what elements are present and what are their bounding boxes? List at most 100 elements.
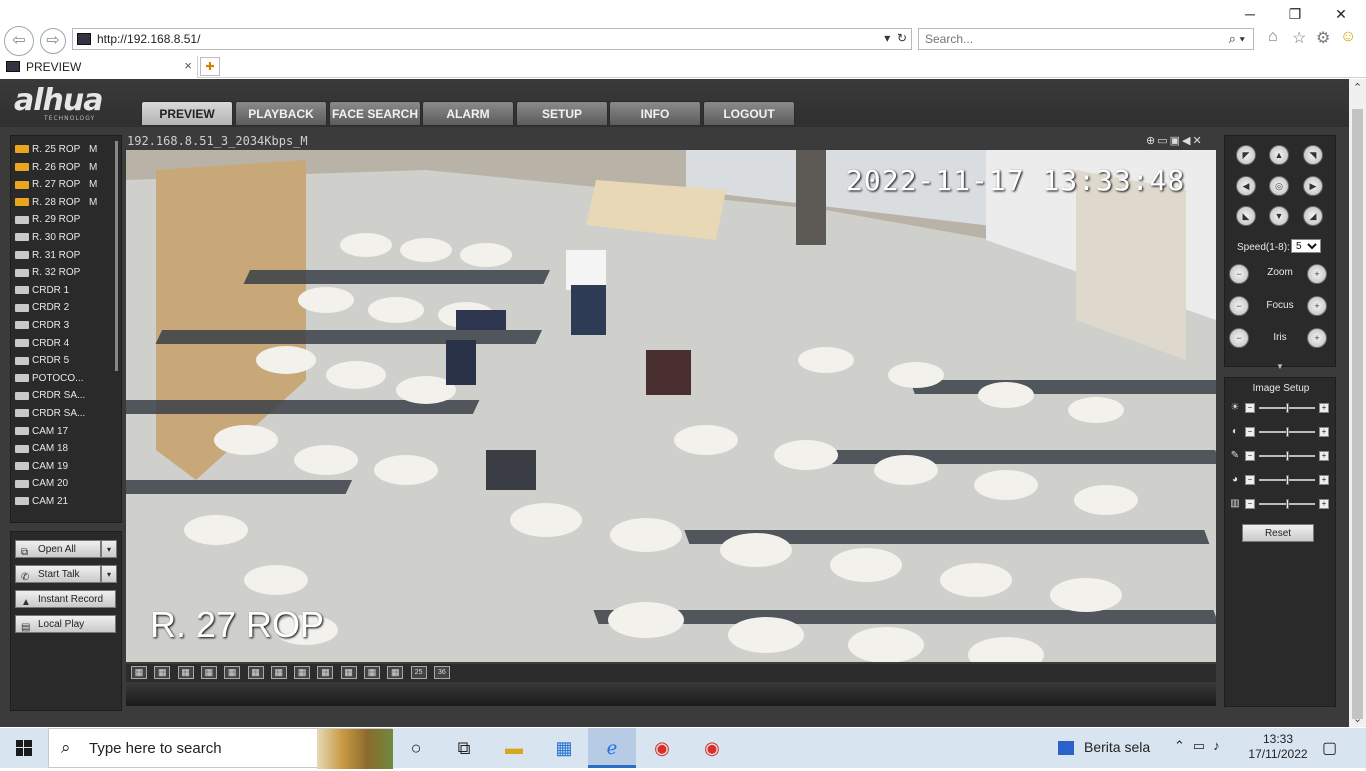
favorites-star-icon[interactable]: ☆ (1292, 28, 1306, 48)
menu-tab-info[interactable]: INFO (609, 101, 701, 125)
layout-button[interactable]: ▦ (247, 666, 264, 679)
focus-minus-icon[interactable]: − (1229, 296, 1249, 316)
channel-item[interactable]: CRDR SA... (15, 406, 119, 422)
channel-item[interactable]: CAM 20 (15, 476, 119, 492)
volume-icon[interactable]: ♪ (1213, 738, 1228, 753)
slider-decrease-icon[interactable]: − (1245, 451, 1255, 461)
channel-item[interactable]: R. 28 ROP M (15, 195, 119, 211)
fullscreen-icon[interactable]: ▭ (1157, 135, 1169, 147)
home-icon[interactable]: ⌂ (1268, 28, 1278, 46)
layout-button[interactable]: ▦ (294, 666, 311, 679)
start-talk-button[interactable]: ✆ Start Talk ▾ (15, 565, 117, 583)
taskbar-clock[interactable]: 13:33 17/11/2022 (1248, 732, 1308, 762)
slider-knob[interactable] (1286, 451, 1289, 461)
instant-record-button[interactable]: ▲ Instant Record (15, 590, 116, 608)
ptz-center-icon[interactable]: ◎ (1269, 176, 1289, 196)
channel-item[interactable]: R. 32 ROP (15, 265, 119, 281)
slider-knob[interactable] (1286, 475, 1289, 485)
channel-item[interactable]: CRDR 3 (15, 318, 119, 334)
layout-button[interactable]: ▦ (131, 666, 147, 679)
slider-track[interactable] (1259, 403, 1315, 413)
tab-close-icon[interactable]: × (184, 58, 192, 73)
ptz-down-left-icon[interactable]: ◣ (1236, 206, 1256, 226)
tray-chevron-icon[interactable]: ⌃ (1174, 738, 1193, 753)
news-widget[interactable]: Berita sela (1058, 739, 1150, 756)
layout-button[interactable]: ▦ (270, 666, 287, 679)
slider-track[interactable] (1259, 499, 1315, 509)
layout-button[interactable]: 36 (433, 666, 450, 679)
channel-item[interactable]: CAM 18 (15, 441, 119, 457)
ptz-down-icon[interactable]: ▼ (1269, 206, 1289, 226)
channel-item[interactable]: R. 29 ROP (15, 212, 119, 228)
zoom-out-icon[interactable]: − (1229, 264, 1249, 284)
ptz-down-right-icon[interactable]: ◢ (1303, 206, 1323, 226)
new-tab-icon[interactable]: ✚ (200, 57, 220, 76)
layout-button[interactable]: ▦ (224, 666, 241, 679)
zoom-in-button-icon[interactable]: + (1307, 264, 1327, 284)
speed-select[interactable]: 5 (1291, 239, 1321, 253)
layout-button[interactable]: 25 (410, 666, 427, 679)
channel-item[interactable]: CAM 17 (15, 424, 119, 440)
open-all-button[interactable]: ⧉ Open All ▾ (15, 540, 117, 558)
slider-knob[interactable] (1286, 403, 1289, 413)
local-play-button[interactable]: ▤ Local Play (15, 615, 116, 633)
address-bar[interactable]: http://192.168.8.51/ ▾ ↻ (72, 28, 912, 50)
channel-item[interactable]: R. 31 ROP (15, 248, 119, 264)
layout-button[interactable]: ▦ (200, 666, 217, 679)
browser-search-input[interactable] (925, 31, 1205, 47)
start-talk-dropdown-icon[interactable]: ▾ (101, 565, 117, 583)
menu-tab-playback[interactable]: PLAYBACK (235, 101, 327, 125)
tab-preview[interactable]: PREVIEW × (0, 56, 198, 78)
ptz-up-icon[interactable]: ▲ (1269, 145, 1289, 165)
slider-track[interactable] (1259, 475, 1315, 485)
ptz-right-icon[interactable]: ▶ (1303, 176, 1323, 196)
iris-plus-icon[interactable]: + (1307, 328, 1327, 348)
channel-list-scrollbar[interactable] (115, 141, 118, 371)
reset-button[interactable]: Reset (1242, 524, 1314, 542)
internet-explorer-icon[interactable]: ℯ (588, 728, 636, 768)
slider-increase-icon[interactable]: + (1319, 403, 1329, 413)
channel-item[interactable]: POTOCO... (15, 371, 119, 387)
collapse-ptz-icon[interactable]: ▼ (1224, 363, 1336, 371)
channel-item[interactable]: CRDR 4 (15, 336, 119, 352)
minimize-button[interactable]: ─ (1235, 4, 1265, 24)
taskbar-search-box[interactable]: ⌕ Type here to search (48, 728, 393, 769)
slider-increase-icon[interactable]: + (1319, 499, 1329, 509)
network-icon[interactable]: ▭ (1193, 738, 1213, 753)
address-url[interactable]: http://192.168.8.51/ (97, 32, 200, 46)
slider-increase-icon[interactable]: + (1319, 427, 1329, 437)
microsoft-store-icon[interactable]: ▦ (540, 728, 588, 768)
zoom-in-icon[interactable]: ⊕ (1146, 135, 1157, 147)
notification-icon[interactable]: ▢ (1322, 738, 1337, 758)
scroll-thumb[interactable] (1352, 109, 1363, 719)
slider-decrease-icon[interactable]: − (1245, 475, 1255, 485)
refresh-icon[interactable]: ↻ (897, 31, 907, 45)
slider-increase-icon[interactable]: + (1319, 451, 1329, 461)
layout-button[interactable]: ▦ (340, 666, 357, 679)
video-feed[interactable]: 2022-11-17 13:33:48 R. 27 ROP (126, 150, 1216, 662)
channel-item[interactable]: CRDR 5 (15, 353, 119, 369)
audio-icon[interactable]: ◀ (1182, 135, 1192, 147)
dropdown-arrow-icon[interactable]: ▾ (884, 31, 890, 45)
focus-plus-icon[interactable]: + (1307, 296, 1327, 316)
menu-tab-logout[interactable]: LOGOUT (703, 101, 795, 125)
menu-tab-setup[interactable]: SETUP (516, 101, 608, 125)
channel-item[interactable]: R. 26 ROP M (15, 160, 119, 176)
channel-item[interactable]: R. 25 ROP M (15, 142, 119, 158)
page-scrollbar[interactable]: ⌃ ⌄ (1349, 79, 1366, 727)
channel-item[interactable]: CRDR SA... (15, 388, 119, 404)
slider-increase-icon[interactable]: + (1319, 475, 1329, 485)
channel-item[interactable]: CAM 19 (15, 459, 119, 475)
file-explorer-icon[interactable]: ▬ (490, 728, 538, 768)
layout-button[interactable]: ▦ (177, 666, 194, 679)
task-view-icon[interactable]: ⧉ (440, 728, 488, 768)
layout-button[interactable]: ▦ (154, 666, 171, 679)
slider-decrease-icon[interactable]: − (1245, 403, 1255, 413)
menu-tab-face-search[interactable]: FACE SEARCH (329, 101, 421, 125)
cortana-icon[interactable]: ○ (392, 728, 440, 768)
channel-item[interactable]: CAM 21 (15, 494, 119, 510)
layout-button[interactable]: ▦ (364, 666, 380, 679)
snapshot-icon[interactable]: ▣ (1170, 135, 1182, 147)
chrome-icon[interactable]: ◉ (638, 728, 686, 768)
slider-knob[interactable] (1286, 499, 1289, 509)
